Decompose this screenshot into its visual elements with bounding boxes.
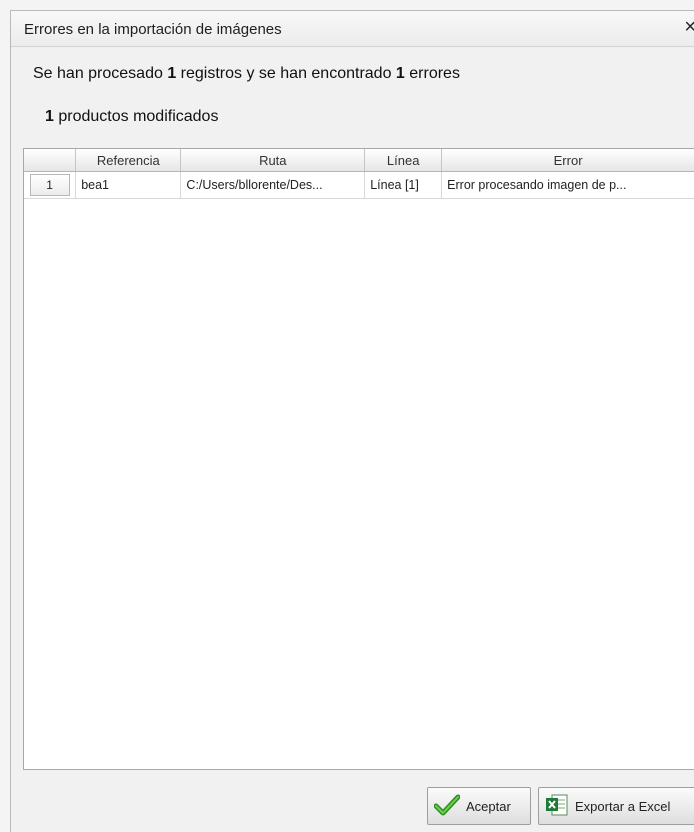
export-excel-button[interactable]: Exportar a Excel [538, 787, 694, 825]
column-header-ruta[interactable]: Ruta [180, 149, 366, 172]
table-row[interactable]: 1 bea1 C:/Users/bllorente/Des... Línea [… [24, 171, 694, 199]
error-count: 1 [395, 65, 405, 82]
column-header-error[interactable]: Error [441, 149, 694, 172]
modified-count: 1 [45, 108, 54, 125]
column-header-referencia[interactable]: Referencia [75, 149, 182, 172]
processed-count: 1 [167, 65, 177, 82]
summary-text-part2: registros y se han encontrado [176, 65, 396, 82]
close-icon[interactable]: × [684, 17, 694, 37]
import-errors-dialog: Errores en la importación de imágenes × … [10, 10, 694, 832]
export-excel-label: Exportar a Excel [575, 798, 671, 814]
summary-text-part3: errores [404, 65, 460, 82]
errors-table: Referencia Ruta Línea Error 1 bea1 C:/Us… [24, 149, 694, 199]
modified-text: productos modificados [53, 108, 219, 125]
table-header-row: Referencia Ruta Línea Error [24, 149, 694, 172]
title-bar: Errores en la importación de imágenes × [11, 11, 694, 47]
cell-linea[interactable]: Línea [1] [364, 171, 443, 199]
row-number[interactable]: 1 [29, 174, 70, 196]
accept-button[interactable]: Aceptar [427, 787, 531, 825]
cell-ruta[interactable]: C:/Users/bllorente/Des... [180, 171, 366, 199]
cell-error[interactable]: Error procesando imagen de p... [441, 171, 694, 199]
checkmark-icon [433, 794, 461, 819]
row-number-cell[interactable]: 1 [24, 171, 77, 199]
cell-referencia[interactable]: bea1 [75, 171, 182, 199]
excel-icon [545, 793, 569, 820]
errors-table-container[interactable]: Referencia Ruta Línea Error 1 bea1 C:/Us… [23, 148, 694, 770]
dialog-title: Errores en la importación de imágenes [24, 21, 282, 38]
column-header-linea[interactable]: Línea [364, 149, 443, 172]
column-header-rownum[interactable] [24, 149, 77, 172]
summary-text-part1: Se han procesado [33, 65, 168, 82]
processing-summary: Se han procesado 1 registros y se han en… [33, 65, 460, 83]
modified-summary: 1 productos modificados [45, 108, 218, 126]
accept-button-label: Aceptar [466, 798, 511, 814]
